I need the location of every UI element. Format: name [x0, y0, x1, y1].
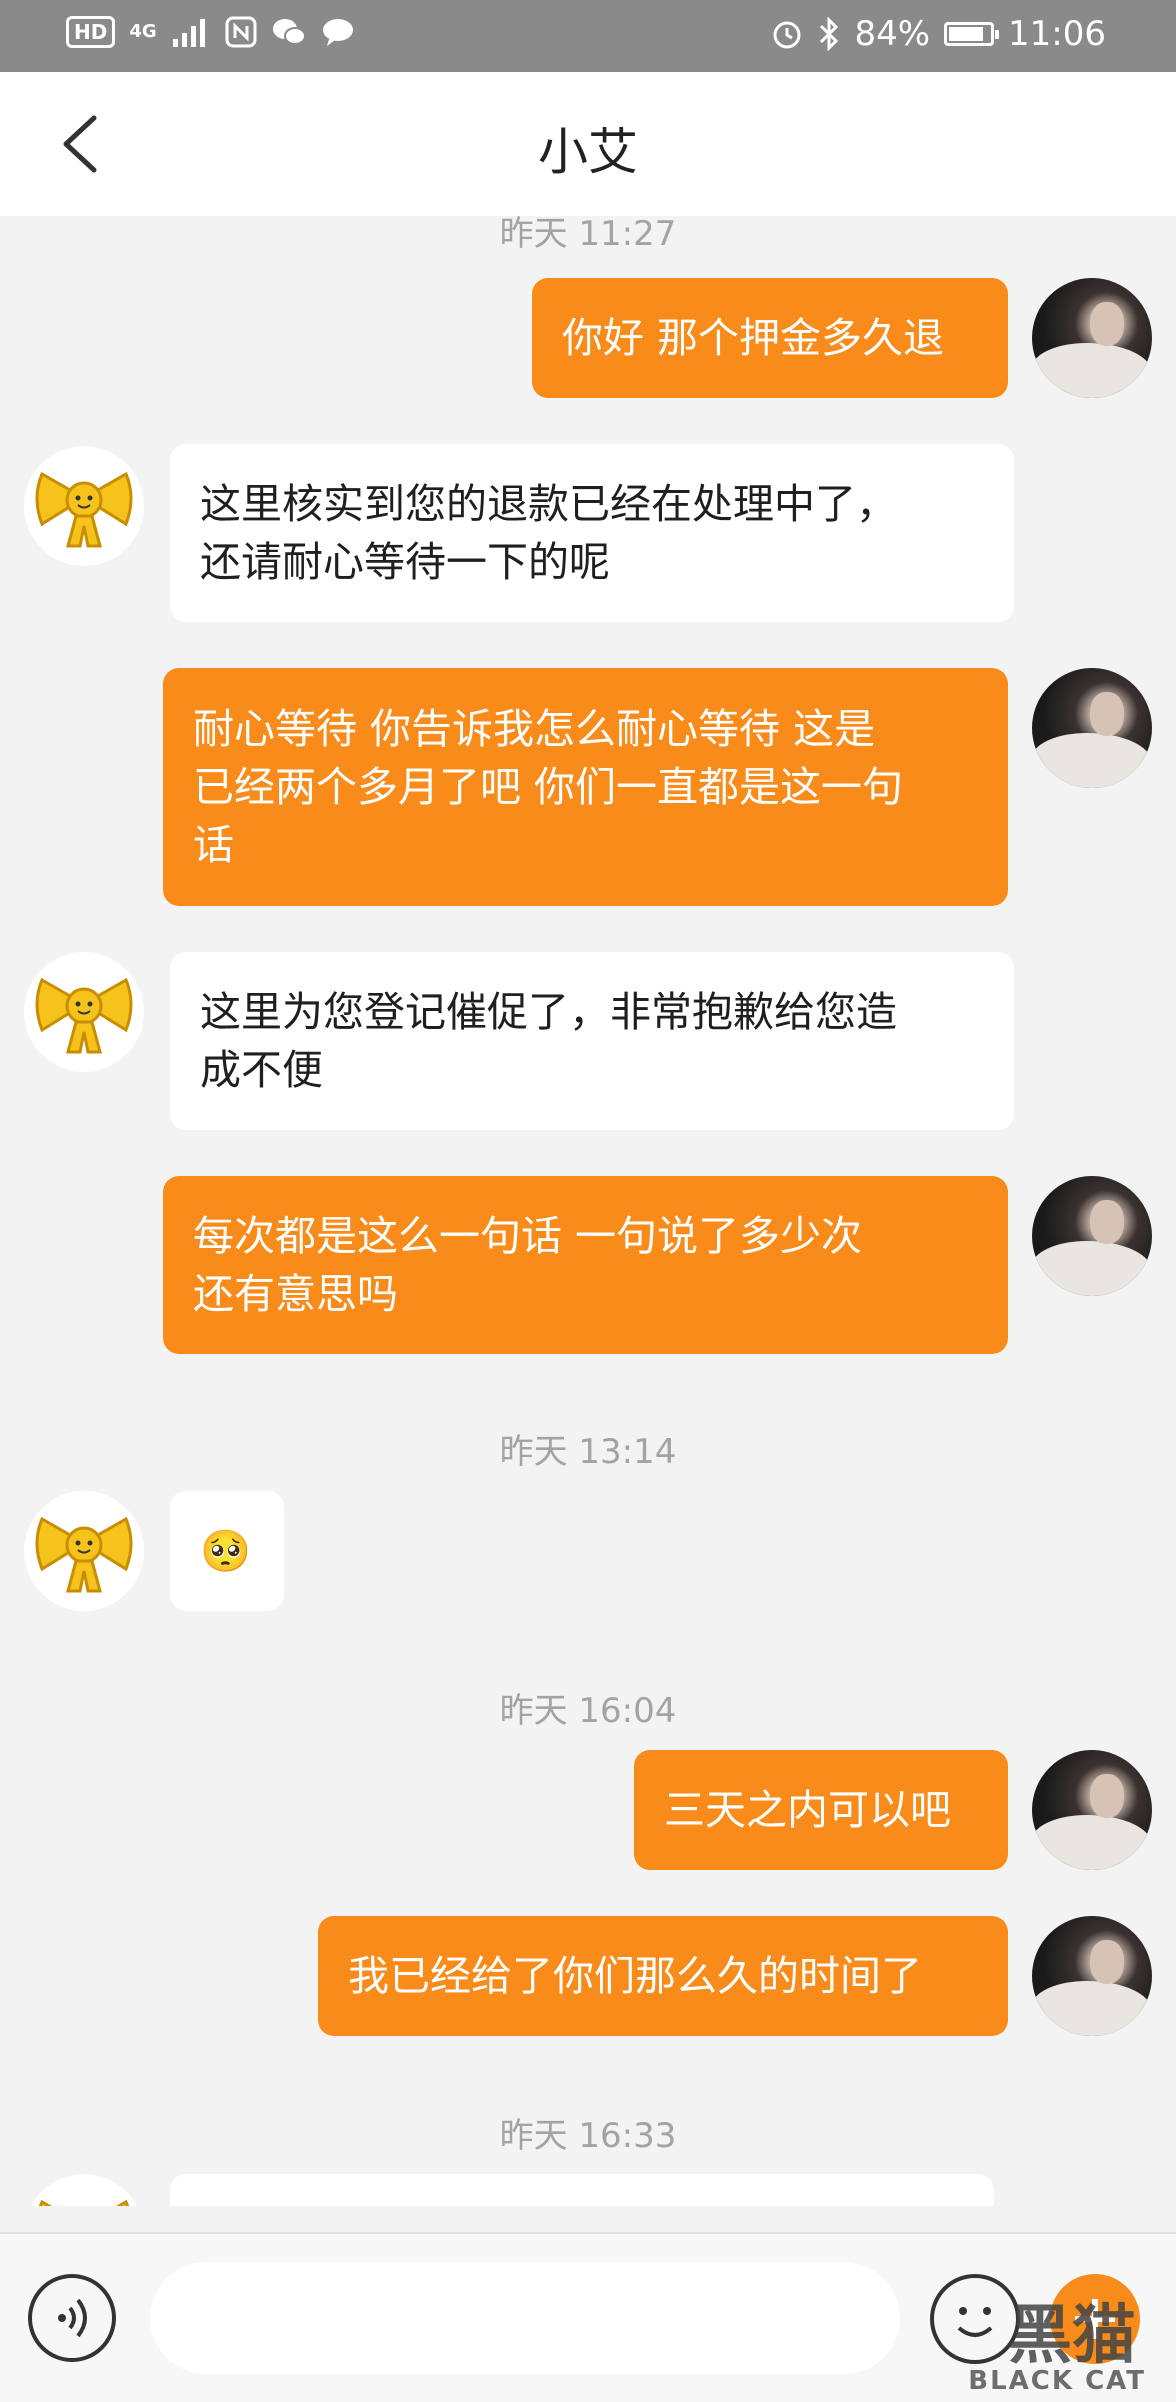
message-text: 每次都是这么一句话 一句说了多少次 [193, 1212, 863, 1260]
avatar-shirt [1032, 733, 1152, 788]
message-text: 还有意思吗 [193, 1270, 398, 1318]
clock: 11:06 [1008, 14, 1106, 54]
sent-message-bubble[interactable]: 你好 那个押金多久退 [532, 278, 1008, 398]
alarm-icon [773, 21, 801, 49]
sent-message-bubble[interactable]: 耐心等待 你告诉我怎么耐心等待 这是 已经两个多月了吧 你们一直都是这一句话 [163, 668, 1008, 906]
user-avatar[interactable] [1032, 1750, 1152, 1870]
timestamp: 昨天 16:04 [499, 1691, 677, 1731]
avatar-shirt [1032, 1815, 1152, 1870]
battery-percent: 84% [854, 14, 931, 54]
bow-mascot-icon [35, 977, 133, 1054]
timestamp: 昨天 16:33 [499, 2116, 677, 2156]
message-text: 耐心等待 你告诉我怎么耐心等待 这是 [193, 705, 876, 753]
message-input[interactable] [150, 2262, 900, 2374]
sent-message-bubble[interactable]: 我已经给了你们那么久的时间了 [318, 1916, 1008, 2036]
avatar-shirt [1032, 1981, 1152, 2036]
message-text: 三天之内可以吧 [664, 1786, 951, 1834]
message-text: 这里核实到您的退款已经在处理中了， [200, 480, 897, 528]
message-icon [322, 19, 353, 46]
sent-message-bubble[interactable]: 三天之内可以吧 [634, 1750, 1008, 1870]
status-right: 84% 11:06 [770, 14, 1106, 54]
message-text: 成不便 [200, 1046, 323, 1094]
bow-mascot-icon [35, 471, 133, 548]
assistant-avatar[interactable] [24, 446, 144, 566]
bow-mascot-icon [35, 1516, 133, 1593]
hd-badge: HD [66, 16, 116, 48]
signal-icon [172, 19, 205, 47]
received-message-bubble[interactable]: 这里有具体的日期的话会与您同步的哦 [170, 2174, 994, 2206]
voice-icon[interactable] [28, 2274, 116, 2362]
wechat-icon [272, 19, 306, 45]
avatar-face [1090, 1940, 1124, 1984]
received-message-bubble[interactable]: 这里为您登记催促了，非常抱歉给您造 成不便 [170, 952, 1014, 1130]
received-message-bubble[interactable]: 🥺 [170, 1491, 284, 1611]
message-text: 你好 那个押金多久退 [562, 314, 945, 362]
assistant-avatar[interactable] [24, 1491, 144, 1611]
status-bar: HD 4G 84% 11:06 [0, 0, 1176, 72]
avatar-shirt [1032, 1241, 1152, 1296]
message-text: 已经两个多月了吧 你们一直都是这一句 [193, 763, 904, 811]
nfc-icon [225, 16, 257, 48]
assistant-avatar[interactable] [24, 952, 144, 1072]
avatar-face [1090, 302, 1124, 346]
watermark-text: BLACK CAT [968, 2366, 1146, 2396]
input-bar: 黑猫 BLACK CAT [0, 2232, 1176, 2402]
message-text: 🥺 [200, 1527, 252, 1575]
message-text: 这里为您登记催促了，非常抱歉给您造 [200, 988, 897, 1036]
message-text: 这里有具体的日期的话会与您同步的哦 [200, 2205, 964, 2206]
bluetooth-icon [820, 17, 839, 51]
page-title: 小艾 [538, 123, 638, 181]
battery-icon [944, 22, 1000, 46]
received-message-bubble[interactable]: 这里核实到您的退款已经在处理中了， 还请耐心等待一下的呢 [170, 444, 1014, 622]
message-text: 我已经给了你们那么久的时间了 [348, 1952, 922, 2000]
assistant-avatar[interactable] [24, 2174, 144, 2206]
nav-bar: 小艾 [0, 72, 1176, 216]
user-avatar[interactable] [1032, 668, 1152, 788]
voice-waves [58, 2298, 87, 2338]
timestamp: 昨天 11:27 [499, 216, 677, 254]
timestamp: 昨天 13:14 [499, 1432, 677, 1472]
user-avatar[interactable] [1032, 1916, 1152, 2036]
watermark: 黑猫 BLACK CAT [906, 2264, 1166, 2396]
message-text: 还请耐心等待一下的呢 [200, 538, 610, 586]
bow-mascot-icon [38, 2199, 130, 2206]
network-badge: 4G [129, 21, 157, 42]
avatar-face [1090, 1774, 1124, 1818]
battery-level [949, 27, 984, 41]
watermark-cjk: 黑猫 [1008, 2299, 1136, 2373]
message-text: 话 [193, 821, 234, 869]
user-avatar[interactable] [1032, 1176, 1152, 1296]
user-avatar[interactable] [1032, 278, 1152, 398]
status-left: HD 4G [66, 16, 355, 48]
avatar-face [1090, 692, 1124, 736]
sent-message-bubble[interactable]: 每次都是这么一句话 一句说了多少次 还有意思吗 [163, 1176, 1008, 1354]
avatar-face [1090, 1200, 1124, 1244]
avatar-shirt [1032, 343, 1152, 398]
chat-list[interactable]: 昨天 11:27 昨天 13:14 昨天 16:04 昨天 16:33 你好 那个押金多… [0, 216, 1176, 2206]
